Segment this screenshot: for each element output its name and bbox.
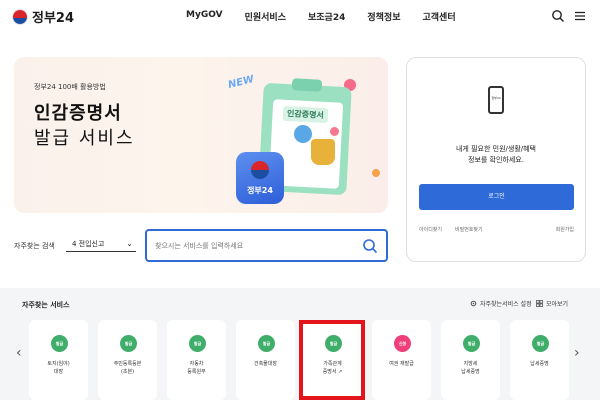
chevron-left-icon[interactable]: ‹ xyxy=(16,345,22,361)
issue-badge: 발급 xyxy=(463,335,480,352)
taegeuk-icon xyxy=(12,8,28,25)
service-name-line2: (초본) xyxy=(120,369,135,375)
service-name-line2: 등록원부 xyxy=(187,369,206,375)
issue-badge: 발급 xyxy=(258,335,275,352)
service-name-line2: 납세증명 xyxy=(461,369,480,375)
service-name-line1: 주민등록등본 xyxy=(113,361,142,367)
phone-label: 정부24 xyxy=(491,96,501,100)
service-card-tax-certificate[interactable]: 발급 납세증명 xyxy=(510,320,569,400)
clipboard-label: 인감증명서 xyxy=(282,105,329,124)
gov24-logo[interactable]: 정부24 xyxy=(12,7,74,26)
top-header: 정부24 MyGOV 민원서비스 보조금24 정책정보 고객센터 xyxy=(0,0,600,34)
service-name: 자동차 등록원부 xyxy=(167,360,226,376)
nav-civil-service[interactable]: 민원서비스 xyxy=(245,10,286,23)
nav-policy-info[interactable]: 정책정보 xyxy=(367,10,400,23)
promo-banner[interactable]: 정부24 100배 활용방법 인감증명서 발급 서비스 NEW 인감증명서 정부… xyxy=(14,57,388,213)
signup-link[interactable]: 회원가입 xyxy=(556,226,574,233)
menu-icon[interactable] xyxy=(573,9,587,23)
service-name: 토지(임야) 대장 xyxy=(29,360,88,376)
find-password-link[interactable]: 비밀번호찾기 xyxy=(455,226,483,233)
banner-title: 인감증명서 xyxy=(34,103,122,124)
frequent-search-label: 자주찾는 검색 xyxy=(14,242,55,250)
services-setting-label: 자주찾는서비스 설정 xyxy=(480,301,532,308)
login-card: 정부24 내게 필요한 민원/생활/혜택 정보를 확인하세요. 로그인 아이디찾… xyxy=(406,57,586,262)
frequent-services-title: 자주찾는 서비스 xyxy=(22,301,70,309)
grid-icon xyxy=(536,300,543,307)
service-name-line1: 건축물대장 xyxy=(253,361,277,367)
highlight-box xyxy=(299,320,365,400)
service-card-resident-register[interactable]: 발급 주민등록등본 (초본) xyxy=(98,320,157,400)
service-card-local-tax[interactable]: 발급 지방세 납세증명 xyxy=(441,320,500,400)
login-message-line2: 정보를 확인하세요. xyxy=(468,156,524,164)
decor-dot xyxy=(330,127,339,136)
nav-mygov[interactable]: MyGOV xyxy=(186,10,223,23)
services-more-button[interactable]: 모아보기 xyxy=(536,299,568,308)
service-name-line1: 여권 재발급 xyxy=(389,361,414,367)
seal-icon xyxy=(294,125,312,143)
login-button[interactable]: 로그인 xyxy=(419,184,574,210)
services-more-label: 모아보기 xyxy=(546,301,569,308)
decor-dot xyxy=(372,169,380,177)
stamp-icon xyxy=(311,139,335,165)
logo-text: 정부24 xyxy=(32,11,75,26)
banner-title-line2: 발급 서비스 xyxy=(34,128,135,149)
service-name-line1: 지방세 xyxy=(463,361,478,367)
chevron-right-icon[interactable]: › xyxy=(574,345,580,361)
frequent-search-value: 4 전입신고 xyxy=(72,240,105,248)
service-name: 여권 재발급 xyxy=(372,360,431,368)
login-message: 내게 필요한 민원/생활/혜택 정보를 확인하세요. xyxy=(407,144,585,166)
search-input[interactable] xyxy=(155,239,355,253)
service-name: 주민등록등본 (초본) xyxy=(98,360,157,376)
gov24-app-icon: 정부24 xyxy=(236,152,284,204)
service-name: 건축물대장 xyxy=(236,360,295,368)
issue-badge: 발급 xyxy=(532,335,549,352)
service-name-line1: 자동차 xyxy=(189,361,204,367)
new-label: NEW xyxy=(227,73,256,92)
banner-subtitle: 정부24 100배 활용방법 xyxy=(34,83,106,91)
issue-badge: 발급 xyxy=(120,335,137,352)
nav-subsidy24[interactable]: 보조금24 xyxy=(308,10,345,23)
login-message-line1: 내게 필요한 민원/생활/혜택 xyxy=(455,145,536,153)
issue-badge: 발급 xyxy=(51,335,68,352)
chevron-down-icon: ⌄ xyxy=(126,239,133,248)
apply-badge: 신청 xyxy=(394,335,411,352)
services-setting-button[interactable]: 자주찾는서비스 설정 xyxy=(470,299,532,308)
find-id-link[interactable]: 아이디찾기 xyxy=(419,226,442,233)
service-name: 지방세 납세증명 xyxy=(441,360,500,376)
search-box xyxy=(145,229,388,262)
service-card-vehicle-register[interactable]: 발급 자동차 등록원부 xyxy=(167,320,226,400)
service-name-line1: 납세증명 xyxy=(530,361,549,367)
issue-badge: 발급 xyxy=(189,335,206,352)
service-name-line1: 토지(임야) xyxy=(47,361,70,367)
service-card-land-register[interactable]: 발급 토지(임야) 대장 xyxy=(29,320,88,400)
app-tile-label: 정부24 xyxy=(247,186,273,195)
clipboard-clip xyxy=(291,78,323,92)
frequent-search-select[interactable]: 4 전입신고 ⌄ xyxy=(66,236,136,252)
search-icon[interactable] xyxy=(551,9,565,23)
gear-icon xyxy=(470,300,477,307)
main-nav: MyGOV 민원서비스 보조금24 정책정보 고객센터 xyxy=(186,10,478,23)
search-icon[interactable] xyxy=(362,238,378,254)
service-card-passport-reissue[interactable]: 신청 여권 재발급 xyxy=(372,320,431,400)
service-name-line2: 대장 xyxy=(53,369,64,375)
nav-customer-center[interactable]: 고객센터 xyxy=(423,10,456,23)
service-name: 납세증명 xyxy=(510,360,569,368)
service-card-building-register[interactable]: 발급 건축물대장 xyxy=(236,320,295,400)
phone-icon: 정부24 xyxy=(488,86,504,114)
